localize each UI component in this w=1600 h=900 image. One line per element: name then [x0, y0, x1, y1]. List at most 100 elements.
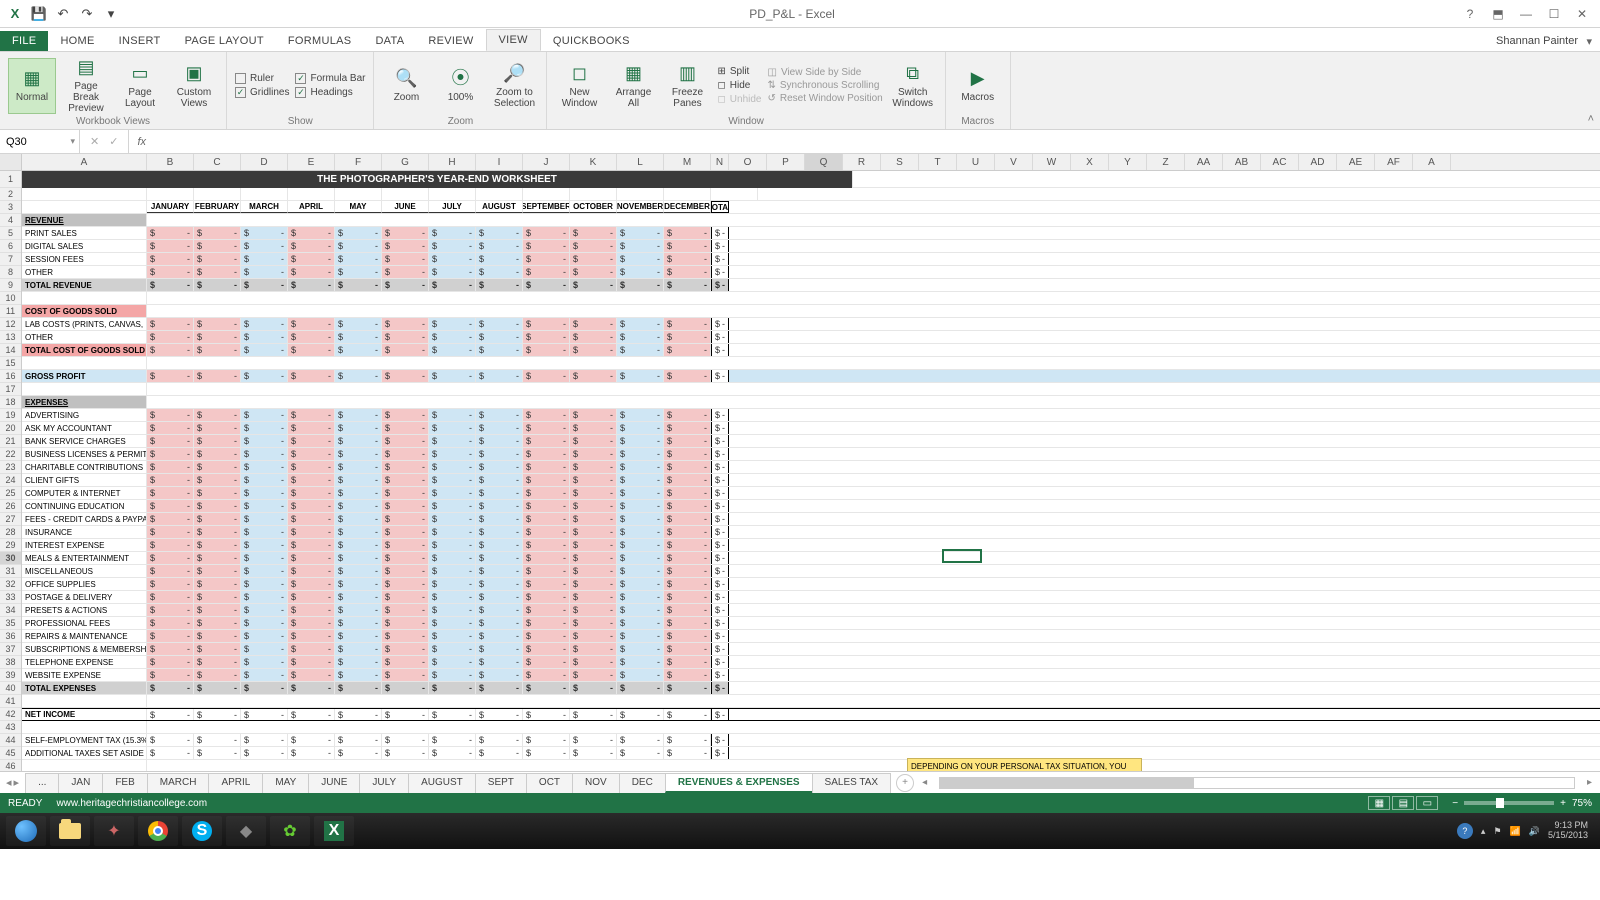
data-cell[interactable]: $-	[194, 344, 241, 356]
data-cell[interactable]: $-	[335, 734, 382, 746]
data-cell[interactable]: $-	[617, 565, 664, 577]
data-cell[interactable]: $-	[523, 747, 570, 759]
data-cell[interactable]: $-	[570, 253, 617, 265]
sheet-tab-march[interactable]: MARCH	[147, 773, 210, 793]
data-cell[interactable]: $-	[570, 409, 617, 421]
data-cell[interactable]: $-	[382, 526, 429, 538]
data-cell[interactable]: $-	[335, 331, 382, 343]
data-cell[interactable]: $-	[429, 669, 476, 681]
data-cell[interactable]: $-	[711, 669, 729, 681]
data-cell[interactable]: $-	[664, 513, 711, 525]
row-header-45[interactable]: 45	[0, 747, 21, 760]
data-cell[interactable]: $-	[476, 565, 523, 577]
data-cell[interactable]: $-	[664, 617, 711, 629]
row-header-10[interactable]: 10	[0, 292, 21, 305]
data-cell[interactable]: $-	[711, 604, 729, 616]
cell[interactable]	[22, 760, 147, 771]
section-header[interactable]: REVENUE	[22, 214, 147, 226]
data-cell[interactable]: $-	[711, 591, 729, 603]
col-header-AD[interactable]: AD	[1299, 154, 1337, 170]
cell[interactable]	[22, 201, 147, 213]
data-cell[interactable]: $-	[241, 513, 288, 525]
data-cell[interactable]: $-	[288, 435, 335, 447]
col-header-R[interactable]: R	[843, 154, 881, 170]
data-cell[interactable]: $-	[382, 487, 429, 499]
data-cell[interactable]: $-	[523, 422, 570, 434]
row-label[interactable]: PROFESSIONAL FEES	[22, 617, 147, 629]
data-cell[interactable]: $-	[147, 500, 194, 512]
col-header-D[interactable]: D	[241, 154, 288, 170]
data-cell[interactable]: $-	[241, 643, 288, 655]
row-header-9[interactable]: 9	[0, 279, 21, 292]
ribbon-tab-file[interactable]: FILE	[0, 31, 48, 51]
tray-net-icon[interactable]: 📶	[1510, 826, 1521, 837]
macros-button[interactable]: ▶Macros	[954, 58, 1002, 114]
data-cell[interactable]: $-	[523, 409, 570, 421]
data-cell[interactable]: $-	[429, 266, 476, 278]
row-header-7[interactable]: 7	[0, 253, 21, 266]
row-header-8[interactable]: 8	[0, 266, 21, 279]
data-cell[interactable]: $-	[429, 604, 476, 616]
col-header-AE[interactable]: AE	[1337, 154, 1375, 170]
data-cell[interactable]: $-	[335, 500, 382, 512]
data-cell[interactable]: $-	[617, 487, 664, 499]
row-header-20[interactable]: 20	[0, 422, 21, 435]
data-cell[interactable]: $-	[664, 227, 711, 239]
cell[interactable]	[570, 188, 617, 200]
data-cell[interactable]: $-	[664, 552, 711, 564]
data-cell[interactable]: $-	[523, 643, 570, 655]
data-cell[interactable]: $-	[711, 552, 729, 564]
row-header-18[interactable]: 18	[0, 396, 21, 409]
data-cell[interactable]: $-	[241, 526, 288, 538]
row-header-22[interactable]: 22	[0, 448, 21, 461]
ribbon-tab-data[interactable]: DATA	[363, 31, 416, 51]
data-cell[interactable]: $-	[335, 604, 382, 616]
data-cell[interactable]: $-	[476, 253, 523, 265]
row-label[interactable]: ADVERTISING	[22, 409, 147, 421]
data-cell[interactable]: $-	[476, 487, 523, 499]
data-cell[interactable]: $-	[194, 682, 241, 694]
data-cell[interactable]: $-	[241, 279, 288, 291]
row-header-46[interactable]: 46	[0, 760, 21, 771]
col-header-AA[interactable]: AA	[1185, 154, 1223, 170]
data-cell[interactable]: $-	[335, 669, 382, 681]
col-header-E[interactable]: E	[288, 154, 335, 170]
data-cell[interactable]: $-	[241, 240, 288, 252]
data-cell[interactable]: $-	[382, 422, 429, 434]
hscroll-right-icon[interactable]: ▸	[1587, 777, 1592, 788]
col-header-I[interactable]: I	[476, 154, 523, 170]
data-cell[interactable]: $-	[664, 448, 711, 460]
row-header-2[interactable]: 2	[0, 188, 21, 201]
data-cell[interactable]: $-	[241, 331, 288, 343]
data-cell[interactable]: $-	[664, 539, 711, 551]
row-header-15[interactable]: 15	[0, 357, 21, 370]
col-header-P[interactable]: P	[767, 154, 805, 170]
data-cell[interactable]: $-	[570, 747, 617, 759]
data-cell[interactable]: $-	[664, 734, 711, 746]
data-cell[interactable]: $-	[335, 435, 382, 447]
data-cell[interactable]: $-	[570, 552, 617, 564]
data-cell[interactable]: $-	[429, 617, 476, 629]
row-label[interactable]: COMPUTER & INTERNET	[22, 487, 147, 499]
tab-scroll-left-icon[interactable]: ◂	[6, 776, 12, 789]
data-cell[interactable]: $-	[617, 227, 664, 239]
row-header-14[interactable]: 14	[0, 344, 21, 357]
row-label[interactable]: SUBSCRIPTIONS & MEMBERSHIPS	[22, 643, 147, 655]
data-cell[interactable]: $-	[288, 604, 335, 616]
data-cell[interactable]: $-	[523, 435, 570, 447]
data-cell[interactable]: $-	[147, 578, 194, 590]
hscroll-left-icon[interactable]: ◂	[922, 777, 927, 788]
sheet-tab-revenues-expenses[interactable]: REVENUES & EXPENSES	[665, 773, 813, 793]
data-cell[interactable]: $-	[711, 617, 729, 629]
data-cell[interactable]: $-	[617, 526, 664, 538]
data-cell[interactable]: $-	[147, 344, 194, 356]
data-cell[interactable]: $-	[711, 487, 729, 499]
sheet-tab-jan[interactable]: JAN	[58, 773, 103, 793]
view-custom-button[interactable]: ▣Custom Views	[170, 58, 218, 114]
data-cell[interactable]: $-	[664, 604, 711, 616]
data-cell[interactable]: $-	[241, 539, 288, 551]
data-cell[interactable]: $-	[617, 448, 664, 460]
row-header-31[interactable]: 31	[0, 565, 21, 578]
data-cell[interactable]: $-	[194, 448, 241, 460]
data-cell[interactable]: $-	[570, 591, 617, 603]
